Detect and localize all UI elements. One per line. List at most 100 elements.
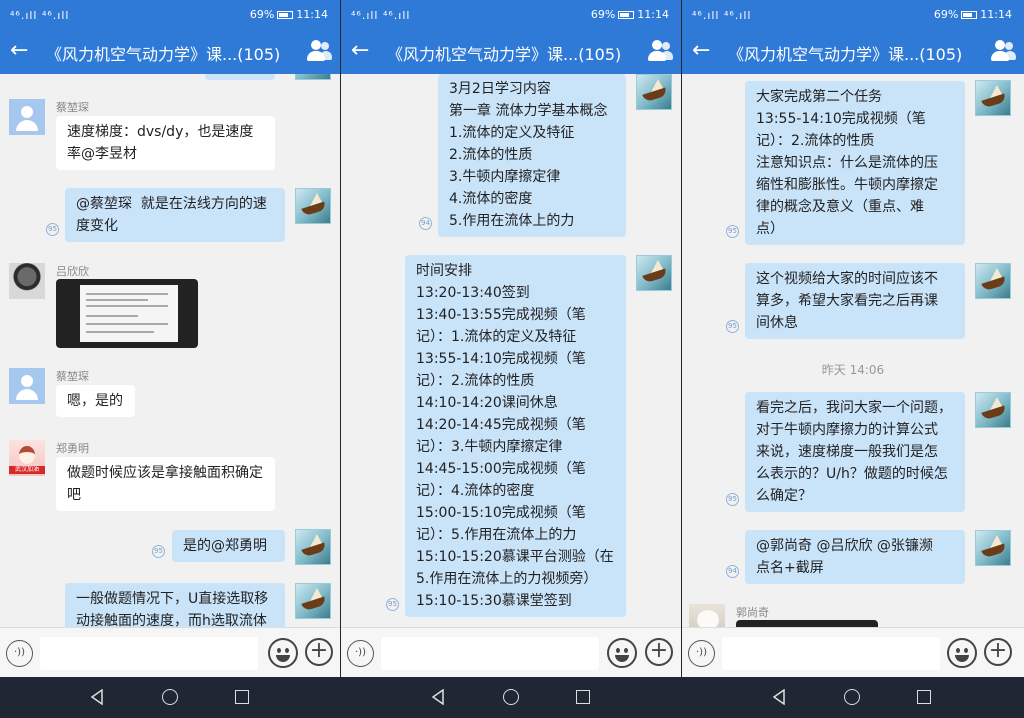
avatar-boat[interactable]: [295, 583, 331, 619]
battery-percent: 69%: [933, 8, 959, 21]
chat-header: ← 《风力机空气动力学》课...(105): [682, 30, 1024, 74]
message-input[interactable]: [40, 637, 258, 670]
avatar-boat[interactable]: [975, 80, 1011, 116]
avatar-photo-girl[interactable]: 武汉加油: [9, 440, 45, 476]
avatar-boat[interactable]: [295, 74, 331, 80]
avatar-default[interactable]: [9, 368, 45, 404]
system-nav-bar: [0, 677, 340, 718]
sender-name: 蔡堃琛: [56, 101, 89, 114]
nav-recents-icon[interactable]: [235, 690, 249, 704]
avatar-boat[interactable]: [975, 530, 1011, 566]
group-members-icon[interactable]: [306, 39, 332, 63]
group-members-icon[interactable]: [647, 39, 673, 63]
back-arrow-icon[interactable]: ←: [351, 38, 369, 64]
read-count-badge: 95: [386, 598, 399, 611]
system-nav-bar: [341, 677, 681, 718]
avatar-boat[interactable]: [636, 255, 672, 291]
phone-screen-2: ⁴⁶.ıll ⁴⁶.ıll 69% 11:14 ← 《风力机空气动力学》课...(…: [341, 0, 681, 718]
sender-name: 郑勇明: [56, 442, 89, 455]
battery-icon: [961, 11, 978, 19]
read-count-badge: 95: [46, 223, 59, 236]
voice-input-icon[interactable]: ·)): [688, 640, 715, 667]
system-nav-bar: [682, 677, 1024, 718]
read-count-badge: 94: [419, 217, 432, 230]
voice-input-icon[interactable]: ·)): [6, 640, 33, 667]
clock-time: 11:14: [980, 8, 1012, 21]
plus-icon[interactable]: +: [645, 638, 673, 666]
image-message[interactable]: [56, 279, 198, 348]
avatar-photo-man[interactable]: [9, 263, 45, 299]
nav-recents-icon[interactable]: [917, 690, 931, 704]
status-bar: ⁴⁶.ıll ⁴⁶.ıll 69% 11:14: [682, 0, 1024, 30]
read-count-badge: 95: [726, 493, 739, 506]
image-thumbnail: [80, 285, 178, 342]
sender-name: 蔡堃琛: [56, 370, 89, 383]
phone-screen-3: ⁴⁶.ıll ⁴⁶.ıll 69% 11:14 ← 《风力机空气动力学》课...(…: [682, 0, 1024, 718]
voice-input-icon[interactable]: ·)): [347, 640, 374, 667]
message-bubble[interactable]: @郭尚奇 @吕欣欣 @张镰濒 点名+截屏: [745, 530, 965, 584]
screenshot-collage: ⁴⁶.ıll ⁴⁶.ıll 69% 11:14 ← 《风力机空气动力学》课...(…: [0, 0, 1024, 718]
message-bubble[interactable]: 是的@郑勇明: [172, 530, 285, 562]
read-count-badge: 95: [726, 225, 739, 238]
message-bubble[interactable]: 时间安排 13:20-13:40签到 13:40-13:55完成视频（笔 记）：…: [405, 255, 626, 617]
plus-icon[interactable]: +: [984, 638, 1012, 666]
message-bubble[interactable]: 速度梯度：dvs/dy，也是速度率@李昱材: [56, 116, 275, 170]
chat-title: 《风力机空气动力学》课...(105): [387, 45, 622, 64]
nav-home-icon[interactable]: [162, 689, 178, 705]
input-bar: ·)) +: [682, 627, 1024, 677]
emoji-icon[interactable]: [947, 638, 977, 668]
message-bubble[interactable]: 这个视频给大家的时间应该不 算多，希望大家看完之后再课 间休息: [745, 263, 965, 339]
message-bubble-partial: [205, 74, 275, 80]
avatar-default[interactable]: [9, 99, 45, 135]
nav-back-icon[interactable]: [90, 689, 104, 705]
avatar-boat[interactable]: [975, 392, 1011, 428]
message-bubble[interactable]: 一般做题情况下，U直接选取移动接触面的速度，而h选取流体: [65, 583, 285, 627]
read-count-badge: 95: [726, 320, 739, 333]
battery-percent: 69%: [249, 8, 275, 21]
message-input[interactable]: [722, 637, 940, 670]
chat-header: ← 《风力机空气动力学》课...(105): [341, 30, 681, 74]
group-members-icon[interactable]: [990, 39, 1016, 63]
read-count-badge: 94: [726, 565, 739, 578]
message-bubble[interactable]: 做题时候应该是拿接触面积确定吧: [56, 457, 275, 511]
emoji-icon[interactable]: [607, 638, 637, 668]
nav-back-icon[interactable]: [772, 689, 786, 705]
signal-icon: ⁴⁶.ıll ⁴⁶.ıll: [351, 9, 411, 22]
message-bubble[interactable]: 3月2日学习内容 第一章 流体力学基本概念 1.流体的定义及特征 2.流体的性质…: [438, 74, 626, 237]
nav-recents-icon[interactable]: [576, 690, 590, 704]
plus-icon[interactable]: +: [305, 638, 333, 666]
battery-icon: [277, 11, 294, 19]
message-list[interactable]: 94 3月2日学习内容 第一章 流体力学基本概念 1.流体的定义及特征 2.流体…: [341, 74, 681, 627]
message-bubble[interactable]: 嗯，是的: [56, 385, 135, 417]
emoji-icon[interactable]: [268, 638, 298, 668]
message-list[interactable]: 95 大家完成第二个任务 13:55-14:10完成视频（笔 记）：2.流体的性…: [682, 74, 1024, 627]
status-bar: ⁴⁶.ıll ⁴⁶.ıll 69% 11:14: [0, 0, 340, 30]
signal-icon: ⁴⁶.ıll ⁴⁶.ıll: [692, 9, 752, 22]
chat-header: ← 《风力机空气动力学》课...(105): [0, 30, 340, 74]
avatar-boat[interactable]: [975, 263, 1011, 299]
nav-home-icon[interactable]: [503, 689, 519, 705]
nav-home-icon[interactable]: [844, 689, 860, 705]
read-count-badge: 95: [152, 545, 165, 558]
back-arrow-icon[interactable]: ←: [692, 38, 710, 64]
image-message[interactable]: [736, 620, 878, 627]
avatar-boat[interactable]: [295, 529, 331, 565]
message-timestamp: 昨天 14:06: [821, 363, 885, 377]
avatar-boat[interactable]: [295, 188, 331, 224]
battery-percent: 69%: [590, 8, 616, 21]
status-bar: ⁴⁶.ıll ⁴⁶.ıll 69% 11:14: [341, 0, 681, 30]
message-list[interactable]: 蔡堃琛 速度梯度：dvs/dy，也是速度率@李昱材 95 @蔡堃琛 就是在法线方…: [0, 74, 340, 627]
battery-icon: [618, 11, 635, 19]
sender-name: 吕欣欣: [56, 265, 89, 278]
message-bubble[interactable]: @蔡堃琛 就是在法线方向的速度变化: [65, 188, 285, 242]
nav-back-icon[interactable]: [431, 689, 445, 705]
input-bar: ·)) +: [341, 627, 681, 677]
avatar-photo-dog[interactable]: [689, 604, 725, 627]
avatar-boat[interactable]: [636, 74, 672, 110]
phone-screen-1: ⁴⁶.ıll ⁴⁶.ıll 69% 11:14 ← 《风力机空气动力学》课...(…: [0, 0, 340, 718]
message-input[interactable]: [381, 637, 599, 670]
back-arrow-icon[interactable]: ←: [10, 38, 28, 64]
message-bubble[interactable]: 大家完成第二个任务 13:55-14:10完成视频（笔 记）：2.流体的性质 注…: [745, 81, 965, 245]
message-bubble[interactable]: 看完之后，我问大家一个问题， 对于牛顿内摩擦力的计算公式 来说，速度梯度一般我们…: [745, 392, 965, 512]
clock-time: 11:14: [637, 8, 669, 21]
